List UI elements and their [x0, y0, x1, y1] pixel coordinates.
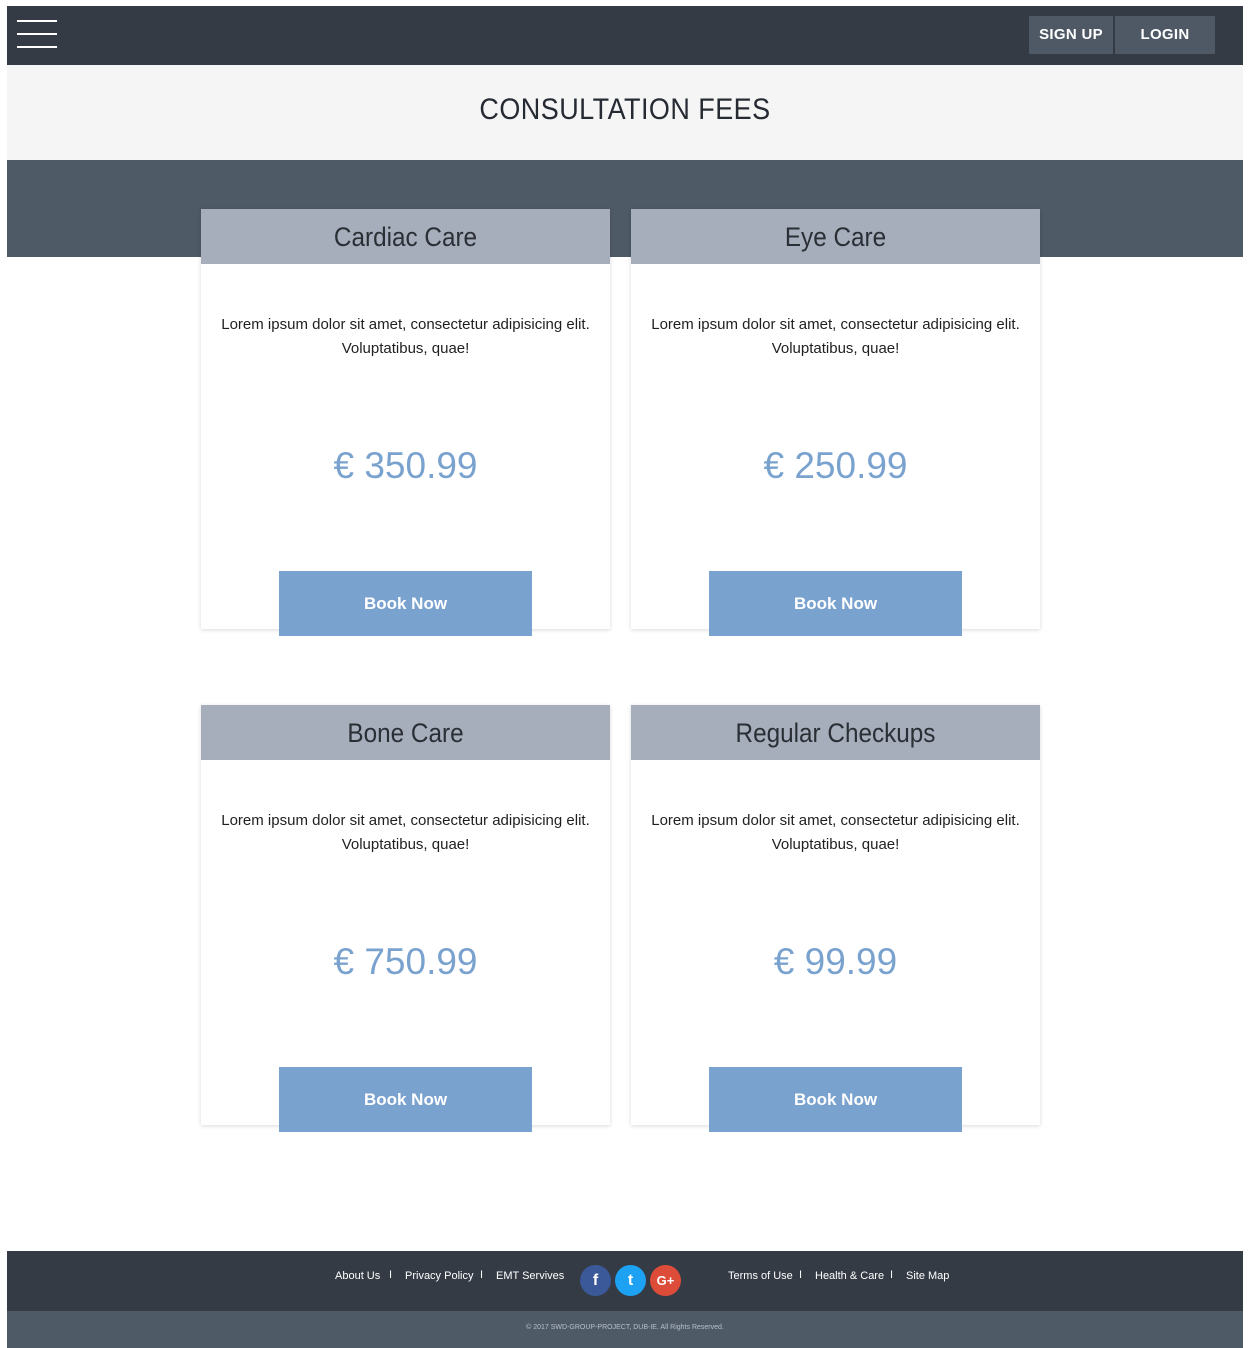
footer-separator: I — [480, 1269, 484, 1281]
card-price: € 250.99 — [763, 445, 908, 486]
card-header: Eye Care — [631, 209, 1040, 264]
footer-copyright-bar: © 2017 SWD-GROUP-PROJECT, DUB-IE. All Ri… — [7, 1311, 1243, 1348]
card-description: Lorem ipsum dolor sit amet, consectetur … — [221, 316, 590, 357]
hamburger-line — [17, 20, 57, 22]
card-description: Lorem ipsum dolor sit amet, consectetur … — [221, 812, 590, 853]
sign-up-button[interactable]: SIGN UP — [1029, 16, 1113, 54]
card-price: € 750.99 — [333, 941, 478, 982]
page-title: CONSULTATION FEES — [479, 93, 771, 126]
footer-separator: I — [890, 1269, 894, 1281]
book-now-button[interactable]: Book Now — [709, 1067, 962, 1132]
fee-card-bone: Bone Care Lorem ipsum dolor sit amet, co… — [201, 705, 610, 1132]
fee-card-cardiac: Cardiac Care Lorem ipsum dolor sit amet,… — [201, 209, 610, 636]
card-price: € 350.99 — [333, 445, 478, 486]
footer-separator: I — [389, 1269, 393, 1281]
facebook-icon[interactable]: f — [580, 1265, 611, 1296]
footer-separator: I — [799, 1269, 803, 1281]
twitter-icon[interactable]: t — [615, 1265, 646, 1296]
title-band: CONSULTATION FEES — [7, 65, 1243, 160]
hero-band — [7, 160, 1243, 257]
page: SIGN UP LOGIN CONSULTATION FEES Cardiac … — [7, 6, 1243, 1348]
footer-link-emt-services[interactable]: EMT Servives — [496, 1270, 564, 1282]
card-title: Bone Care — [347, 718, 464, 748]
book-now-button[interactable]: Book Now — [279, 1067, 532, 1132]
login-button[interactable]: LOGIN — [1115, 16, 1215, 54]
google-plus-icon[interactable]: G+ — [650, 1265, 681, 1296]
footer-link-site-map[interactable]: Site Map — [906, 1270, 949, 1282]
book-now-button[interactable]: Book Now — [279, 571, 532, 636]
book-now-button[interactable]: Book Now — [709, 571, 962, 636]
fee-card-eye: Eye Care Lorem ipsum dolor sit amet, con… — [631, 209, 1040, 636]
card-header: Cardiac Care — [201, 209, 610, 264]
footer-link-health-care[interactable]: Health & Care — [815, 1270, 884, 1282]
footer-link-terms-of-use[interactable]: Terms of Use — [728, 1270, 793, 1282]
copyright-text: © 2017 SWD-GROUP-PROJECT, DUB-IE. All Ri… — [526, 1324, 724, 1331]
footer-link-about-us[interactable]: About Us — [335, 1270, 380, 1282]
card-description: Lorem ipsum dolor sit amet, consectetur … — [651, 812, 1020, 853]
card-title: Eye Care — [784, 222, 887, 252]
card-description: Lorem ipsum dolor sit amet, consectetur … — [651, 316, 1020, 357]
hamburger-line — [17, 46, 57, 48]
card-price: € 99.99 — [773, 941, 898, 982]
card-header: Bone Care — [201, 705, 610, 760]
hamburger-icon[interactable] — [17, 16, 57, 52]
top-navbar: SIGN UP LOGIN — [7, 6, 1243, 65]
fee-card-checkups: Regular Checkups Lorem ipsum dolor sit a… — [631, 705, 1040, 1132]
footer-links-bar: About Us I Privacy Policy I EMT Servives… — [7, 1251, 1243, 1311]
card-title: Regular Checkups — [735, 718, 936, 748]
card-header: Regular Checkups — [631, 705, 1040, 760]
card-title: Cardiac Care — [333, 222, 478, 252]
footer-link-privacy-policy[interactable]: Privacy Policy — [405, 1270, 473, 1282]
hamburger-line — [17, 33, 57, 35]
